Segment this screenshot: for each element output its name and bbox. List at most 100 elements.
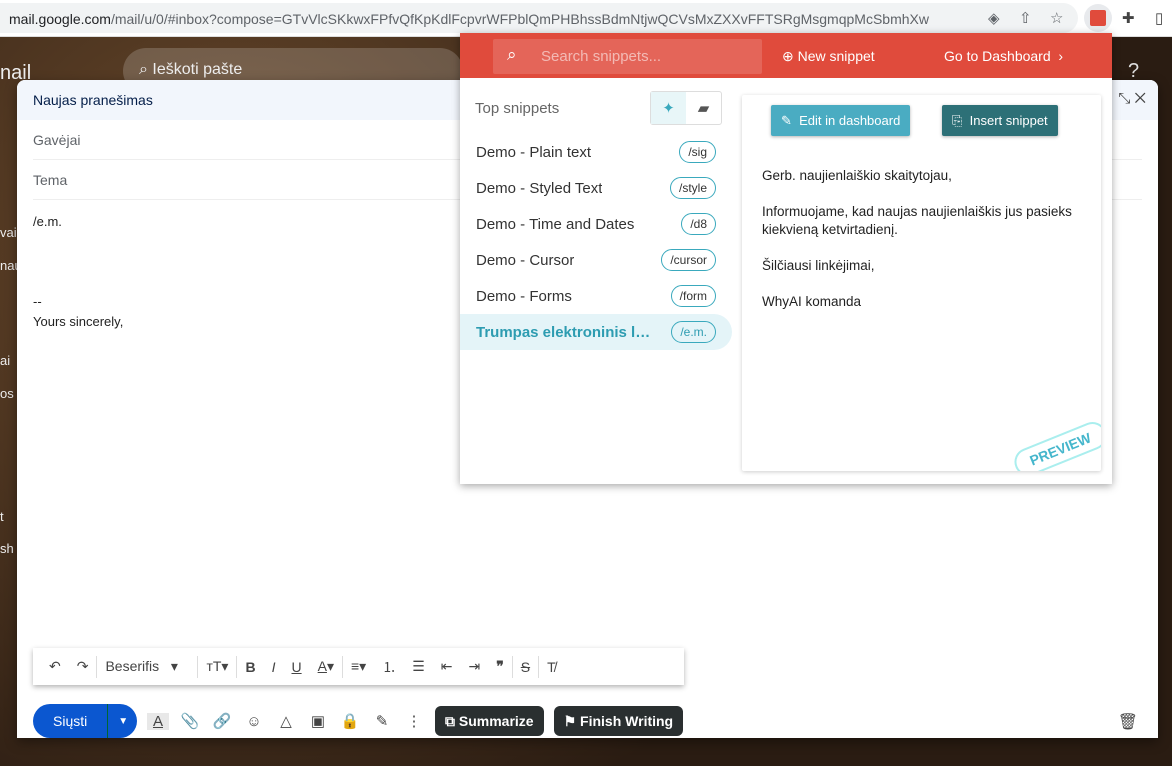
snippet-preview: ✎ Edit in dashboard ⎘ Insert snippet Ger… (742, 95, 1101, 471)
folder-icon[interactable]: ▰ (686, 92, 721, 124)
drive-icon[interactable]: △ (275, 712, 297, 730)
strikethrough-icon[interactable]: S (513, 659, 538, 675)
formatting-toolbar: ↶ ↷ Beserifis ▾ тT▾ B I U A▾ ≡▾ ⒈ ☰ ⇤ ⇥ ❞ S T̸ (33, 648, 684, 685)
share-icon[interactable]: ⇧ (1019, 9, 1032, 27)
snippet-name: Demo - Styled Text (476, 179, 603, 197)
underline-icon[interactable]: U (283, 659, 309, 675)
numbered-list-icon[interactable]: ⒈ (374, 657, 404, 677)
expand-close-icons[interactable]: ⤡ ✕ (1118, 90, 1146, 107)
italic-icon[interactable]: I (264, 659, 284, 675)
snippet-item[interactable]: Demo - Forms/form (460, 278, 732, 314)
summarize-button[interactable]: ⧉ Summarize (435, 706, 544, 736)
signature-icon[interactable]: ✎ (371, 712, 393, 730)
font-select[interactable]: Beserifis ▾ (97, 658, 197, 675)
search-icon: ⌕ (507, 45, 517, 64)
undo-icon[interactable]: ↶ (41, 658, 69, 675)
preview-line: Informuojame, kad naujas naujienlaiškis … (762, 204, 1072, 237)
preview-text: Gerb. naujienlaiškio skaitytojau, Inform… (762, 167, 1072, 329)
insert-label: Insert snippet (969, 113, 1048, 128)
indent-more-icon[interactable]: ⇥ (460, 658, 488, 675)
summarize-label: Summarize (458, 713, 534, 729)
snippet-name: Demo - Cursor (476, 251, 575, 269)
more-options-icon[interactable]: ⋮ (403, 712, 425, 730)
insert-snippet-button[interactable]: ⎘ Insert snippet (942, 105, 1058, 136)
edit-in-dashboard-button[interactable]: ✎ Edit in dashboard (771, 105, 911, 136)
star-icon[interactable]: ☆ (1050, 9, 1063, 27)
list-title: Top snippets (475, 100, 560, 117)
trash-icon[interactable]: 🗑 (1118, 712, 1138, 732)
finish-writing-label: Finish Writing (580, 713, 674, 729)
compose-actions: Siųsti ▼ A 📎 🔗 ☺ △ ▣ 🔒 ✎ ⋮ ⧉ Summarize ⚑ … (33, 704, 1142, 738)
nav-fragment[interactable]: os (0, 386, 14, 401)
edit-label: Edit in dashboard (799, 113, 901, 128)
preview-line: Šilčiausi linkėjimai, (762, 258, 875, 273)
preview-line: Gerb. naujienlaiškio skaitytojau, (762, 168, 952, 183)
nav-fragment[interactable]: ai (0, 353, 10, 368)
emoji-icon[interactable]: ☺ (243, 713, 265, 730)
dashboard-label: Go to Dashboard (944, 48, 1051, 64)
snippet-item[interactable]: Demo - Styled Text/style (460, 170, 732, 206)
redo-icon[interactable]: ↷ (69, 658, 97, 675)
nav-fragment[interactable]: sh (0, 541, 14, 556)
snippet-shortcut: /cursor (661, 249, 716, 271)
snippet-item[interactable]: Demo - Time and Dates/d8 (460, 206, 732, 242)
snippet-extension-button[interactable] (1084, 4, 1112, 32)
remove-formatting-icon[interactable]: T̸ (539, 659, 564, 675)
browser-toolbar: mail.google.com/mail/u/0/#inbox?compose=… (0, 0, 1172, 37)
snippet-shortcut: /style (669, 177, 716, 199)
view-toggle: ✦ ▰ (650, 91, 722, 125)
bulleted-list-icon[interactable]: ☰ (404, 658, 433, 675)
snippet-list: Top snippets ✦ ▰ Demo - Plain text/sig Dem… (460, 78, 740, 484)
send-options-icon[interactable]: ▼ (108, 716, 138, 727)
font-size-icon[interactable]: тT▾ (198, 658, 236, 675)
compose-title: Naujas pranešimas (33, 92, 153, 108)
snippet-item[interactable]: Demo - Cursor/cursor (460, 242, 732, 278)
snippet-popup: ⌕ Search snippets... ⊕ New snippet Go to … (460, 33, 1112, 484)
subject-label: Tema (33, 172, 68, 188)
preview-line: WhyAI komanda (762, 294, 862, 309)
new-snippet-button[interactable]: ⊕ New snippet (782, 48, 875, 65)
finish-writing-button[interactable]: ⚑ Finish Writing (553, 706, 684, 736)
font-name: Beserifis (105, 658, 160, 674)
align-icon[interactable]: ≡▾ (343, 658, 374, 675)
snippet-item[interactable]: Demo - Plain text/sig (460, 134, 732, 170)
snippet-shortcut: /e.m. (671, 321, 716, 343)
magic-wand-icon[interactable]: ✦ (651, 92, 686, 124)
snippet-item[interactable]: Trumpas elektroninis laiškas/e.m. (460, 314, 732, 350)
recipients-label: Gavėjai (33, 132, 81, 148)
formatting-options-icon[interactable]: A (147, 712, 169, 730)
snippet-name: Demo - Forms (476, 287, 572, 305)
photo-icon[interactable]: ▣ (307, 712, 329, 730)
snippet-search-input[interactable]: ⌕ Search snippets... (493, 39, 762, 74)
puzzle-icon[interactable]: ✚ (1122, 9, 1135, 27)
url-path: /mail/u/0/#inbox?compose=GTvVlcSKkwxFPfv… (110, 11, 929, 27)
bold-icon[interactable]: B (237, 659, 263, 675)
preview-stamp: PREVIEW (1010, 417, 1101, 471)
snippet-shortcut: /sig (679, 141, 716, 163)
nav-fragment[interactable]: vai (0, 225, 17, 240)
gmail-search-placeholder: Ieškoti pašte (152, 61, 243, 78)
url-host: mail.google.com (9, 11, 111, 27)
address-bar[interactable]: mail.google.com/mail/u/0/#inbox?compose=… (0, 3, 1078, 33)
sidepanel-icon[interactable]: ▯ (1155, 9, 1163, 27)
extension-icon (1090, 10, 1106, 26)
link-icon[interactable]: 🔗 (211, 712, 233, 730)
send-label: Siųsti (33, 704, 109, 738)
search-placeholder: Search snippets... (541, 48, 662, 65)
eye-icon[interactable]: ◈ (988, 9, 1000, 27)
go-to-dashboard-button[interactable]: Go to Dashboard › (944, 48, 1063, 64)
quote-icon[interactable]: ❞ (488, 658, 512, 675)
snippet-shortcut: /form (670, 285, 716, 307)
nav-fragment[interactable]: t (0, 509, 4, 524)
confidential-icon[interactable]: 🔒 (339, 712, 361, 730)
text-color-icon[interactable]: A▾ (310, 658, 342, 675)
indent-less-icon[interactable]: ⇤ (433, 658, 461, 675)
snippet-name: Demo - Time and Dates (476, 215, 635, 233)
snippet-shortcut: /d8 (681, 213, 716, 235)
popup-header: ⌕ Search snippets... ⊕ New snippet Go to … (460, 33, 1112, 78)
new-snippet-label: New snippet (797, 48, 875, 64)
snippet-name: Trumpas elektroninis laiškas (476, 323, 656, 341)
attach-icon[interactable]: 📎 (179, 712, 201, 730)
snippet-name: Demo - Plain text (476, 143, 592, 161)
send-button[interactable]: Siųsti ▼ (33, 704, 137, 738)
